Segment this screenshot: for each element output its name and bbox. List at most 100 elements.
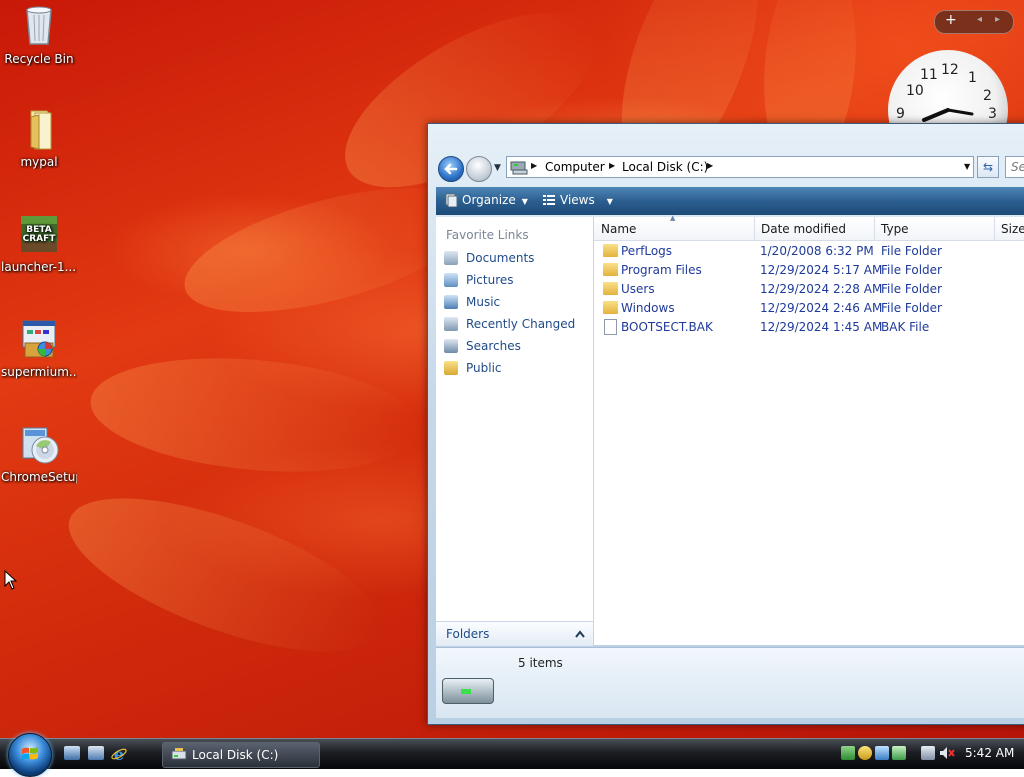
security-shield-icon[interactable]	[858, 746, 872, 760]
breadcrumb-separator-icon[interactable]: ▶	[609, 161, 615, 170]
file-name: BOOTSECT.BAK	[621, 320, 713, 334]
favorite-link-pictures[interactable]: Pictures	[444, 273, 514, 291]
views-icon	[543, 195, 555, 205]
desktop-icon-recycle-bin[interactable]: Recycle Bin	[1, 4, 77, 66]
favorite-link-recently-changed[interactable]: Recently Changed	[444, 317, 575, 335]
favorite-links-heading: Favorite Links	[446, 228, 529, 242]
pictures-icon	[444, 273, 458, 287]
windows-logo-icon	[22, 747, 38, 760]
taskbar: e Local Disk (C:) 5:42 AM	[0, 733, 1024, 777]
system-tray: 5:42 AM	[837, 739, 1024, 769]
table-row[interactable]: Users 12/29/2024 2:28 AM File Folder	[594, 280, 1024, 299]
table-row[interactable]: Windows 12/29/2024 2:46 AM File Folder	[594, 299, 1024, 318]
column-size[interactable]: Size	[1001, 222, 1024, 236]
desktop-icon-label: ChromeSetup	[1, 470, 77, 484]
views-label: Views	[560, 193, 595, 207]
computer-icon	[510, 161, 528, 175]
organize-icon	[445, 193, 458, 208]
chevron-right-icon[interactable]: ▸	[995, 14, 1000, 25]
network-connection-icon[interactable]	[921, 746, 935, 760]
file-type: File Folder	[881, 282, 942, 296]
favorite-link-label: Public	[466, 361, 502, 375]
forward-button[interactable]	[466, 156, 492, 182]
breadcrumb-separator-icon[interactable]: ▶	[707, 161, 713, 170]
arrow-left-icon	[444, 163, 458, 175]
column-type[interactable]: Type	[881, 222, 909, 236]
file-date: 1/20/2008 6:32 PM	[760, 244, 874, 258]
public-folder-icon	[444, 361, 458, 375]
file-type: File Folder	[881, 263, 942, 277]
switch-windows-icon[interactable]	[88, 746, 104, 760]
update-icon[interactable]	[875, 746, 889, 760]
file-type: File Folder	[881, 244, 942, 258]
file-type: File Folder	[881, 301, 942, 315]
file-name: Windows	[621, 301, 675, 315]
desktop-icon-label: launcher-1....	[1, 260, 77, 274]
desktop-icon-supermium[interactable]: supermium...	[1, 317, 77, 379]
favorite-link-searches[interactable]: Searches	[444, 339, 521, 357]
back-button[interactable]	[438, 156, 464, 182]
network-icon[interactable]	[841, 746, 855, 760]
desktop-icon-chromesetup[interactable]: ChromeSetup	[1, 422, 77, 484]
file-type: BAK File	[881, 320, 930, 334]
navigation-pane: Favorite Links Documents Pictures Music …	[436, 217, 594, 645]
file-name: PerfLogs	[621, 244, 673, 258]
file-date: 12/29/2024 1:45 AM	[760, 320, 883, 334]
folder-icon	[603, 282, 618, 295]
organize-button[interactable]: Organize ▼	[444, 193, 528, 208]
favorite-link-music[interactable]: Music	[444, 295, 500, 313]
betacraft-icon: BETA CRAFT	[17, 212, 61, 256]
table-row[interactable]: Program Files 12/29/2024 5:17 AM File Fo…	[594, 261, 1024, 280]
taskbar-clock[interactable]: 5:42 AM	[965, 746, 1014, 760]
chevron-left-icon[interactable]: ◂	[977, 14, 982, 25]
favorite-link-public[interactable]: Public	[444, 361, 502, 379]
search-input[interactable]: Search	[1005, 156, 1024, 178]
column-name[interactable]: Name	[601, 222, 636, 236]
recent-pages-dropdown-icon[interactable]: ▼	[494, 163, 501, 173]
explorer-window[interactable]: ▼ ▶ Computer ▶ Local Disk (C:) ▶ ▼ ⇆ Sea…	[427, 123, 1024, 725]
favorite-link-label: Music	[466, 295, 501, 309]
add-gadget-button[interactable]: +	[945, 12, 957, 28]
internet-explorer-icon[interactable]: e	[110, 745, 128, 763]
folders-label: Folders	[446, 627, 490, 641]
drive-icon	[171, 748, 187, 760]
desktop-icon-label: mypal	[20, 155, 58, 169]
address-dropdown-icon[interactable]: ▼	[964, 162, 970, 171]
address-row: ▼ ▶ Computer ▶ Local Disk (C:) ▶ ▼ ⇆ Sea…	[436, 154, 1024, 182]
searches-icon	[444, 339, 458, 353]
volume-muted-icon[interactable]	[939, 746, 955, 760]
address-bar[interactable]: ▶ Computer ▶ Local Disk (C:) ▶ ▼	[506, 156, 974, 178]
refresh-button[interactable]: ⇆	[977, 156, 999, 178]
column-header: ▲ Name Date modified Type Size	[594, 214, 1024, 241]
breadcrumb-separator-icon[interactable]: ▶	[531, 161, 537, 170]
table-row[interactable]: PerfLogs 1/20/2008 6:32 PM File Folder	[594, 242, 1024, 261]
favorite-link-documents[interactable]: Documents	[444, 251, 534, 269]
favorite-link-label: Documents	[466, 251, 535, 265]
taskbar-button-local-disk[interactable]: Local Disk (C:)	[162, 742, 320, 768]
column-date-modified[interactable]: Date modified	[761, 222, 846, 236]
taskbar-button-label: Local Disk (C:)	[192, 748, 279, 762]
file-name: Users	[621, 282, 655, 296]
breadcrumb-local-disk[interactable]: Local Disk (C:)	[622, 160, 708, 174]
desktop-icon-launcher[interactable]: BETA CRAFT launcher-1....	[1, 212, 77, 274]
folder-icon	[603, 244, 618, 257]
sort-indicator-icon: ▲	[670, 214, 676, 222]
organize-label: Organize	[462, 193, 516, 207]
folders-toggle[interactable]: Folders	[436, 621, 593, 646]
views-button[interactable]: Views ▼	[542, 193, 613, 207]
item-count: 5 items	[518, 656, 563, 670]
svg-text:e: e	[114, 745, 124, 763]
file-date: 12/29/2024 5:17 AM	[760, 263, 883, 277]
table-row[interactable]: BOOTSECT.BAK 12/29/2024 1:45 AM BAK File	[594, 318, 1024, 337]
sidebar-gadget-controls[interactable]: + ◂ ▸	[934, 10, 1014, 34]
show-desktop-icon[interactable]	[64, 746, 80, 760]
mouse-cursor-icon	[4, 570, 18, 590]
desktop-icon-label: Recycle Bin	[4, 52, 74, 66]
windows-defender-icon[interactable]	[892, 746, 906, 760]
breadcrumb-computer[interactable]: Computer	[545, 160, 605, 174]
installer-icon	[17, 317, 61, 361]
desktop-icon-label: supermium...	[1, 365, 77, 379]
desktop-icon-mypal[interactable]: mypal	[1, 107, 77, 169]
start-button[interactable]	[8, 733, 52, 777]
hard-drive-icon	[442, 678, 494, 704]
